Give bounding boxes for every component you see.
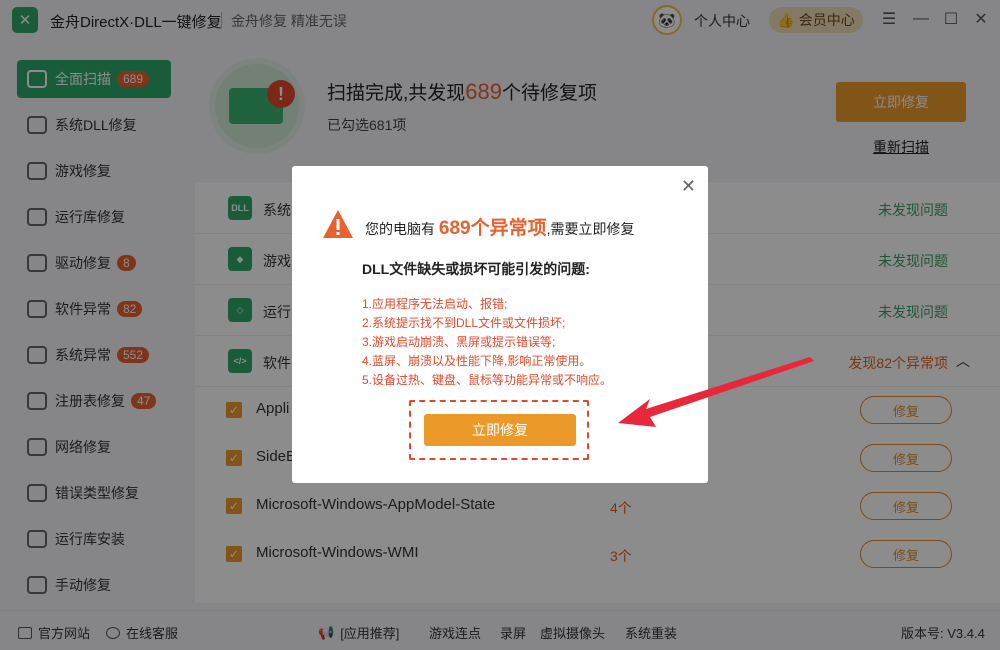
warning-icon xyxy=(323,210,353,238)
headline-count: 689个异常项 xyxy=(438,218,547,239)
dialog-headline: 您的电脑有 689个异常项,需要立即修复 xyxy=(365,213,634,240)
headline-suffix: ,需要立即修复 xyxy=(546,221,635,237)
issue-item: 2.系统提示找不到DLL文件或文件损坏; xyxy=(362,316,566,330)
issue-item: 1.应用程序无法启动、报错; xyxy=(362,297,508,311)
issue-item: 3.游戏启动崩溃、黑屏或提示错误等; xyxy=(362,335,556,349)
headline-prefix: 您的电脑有 xyxy=(365,221,435,237)
close-icon[interactable]: ✕ xyxy=(681,176,696,197)
dialog-subtitle: DLL文件缺失或损坏可能引发的问题: xyxy=(362,261,590,277)
repair-dialog: ✕ 您的电脑有 689个异常项,需要立即修复 DLL文件缺失或损坏可能引发的问题… xyxy=(292,166,708,483)
highlight-frame: 立即修复 xyxy=(409,400,589,460)
dialog-fix-now-button[interactable]: 立即修复 xyxy=(424,414,576,446)
issue-item: 5.设备过热、键盘、鼠标等功能异常或不响应。 xyxy=(362,373,613,387)
pointer-arrow-icon xyxy=(618,357,814,427)
issue-item: 4.蓝屏、崩溃以及性能下降,影响正常使用。 xyxy=(362,354,592,368)
